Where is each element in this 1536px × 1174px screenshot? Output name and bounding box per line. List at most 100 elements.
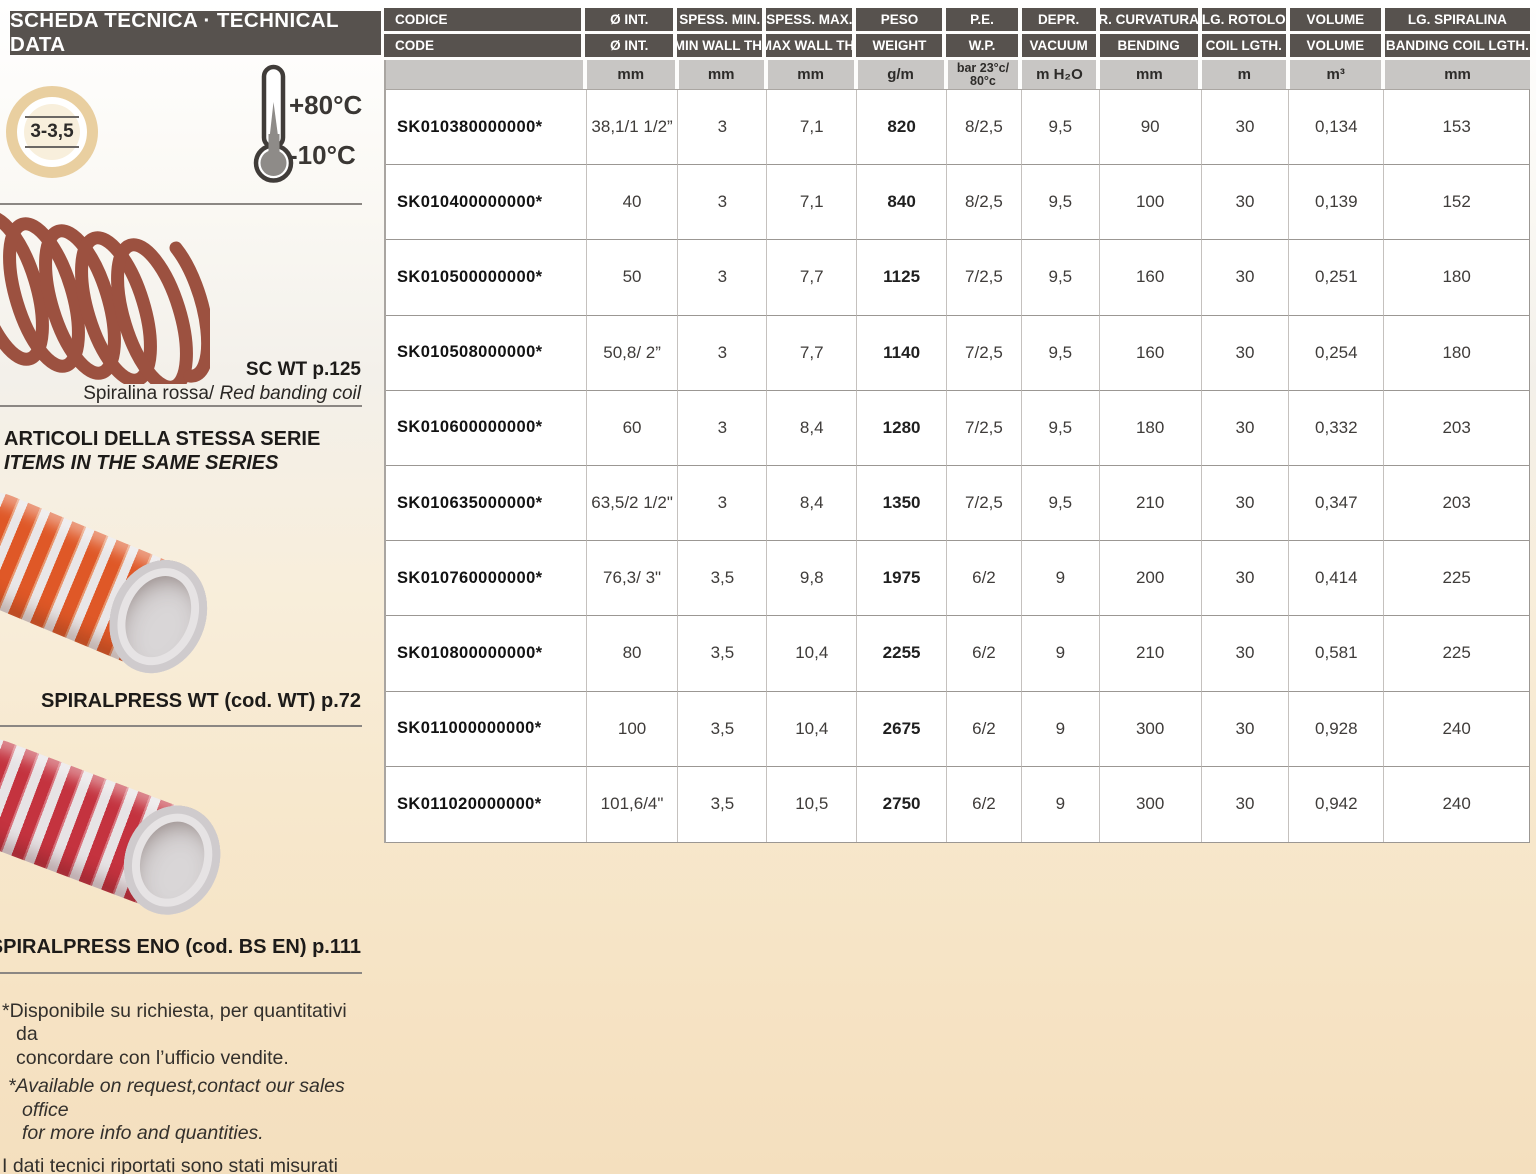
unit-cell: m³ — [1290, 60, 1385, 89]
table-cell: 9 — [1022, 616, 1100, 691]
table-cell: 30 — [1202, 391, 1290, 466]
table-cell: 9,5 — [1022, 391, 1100, 466]
table-cell: 63,5/2 1/2" — [587, 466, 679, 541]
wall-thickness-ring-icon: 3-3,5 — [6, 86, 98, 178]
table-cell: 7,1 — [767, 90, 857, 165]
cell-code: SK010508000000* — [386, 316, 587, 391]
cell-code: SK010400000000* — [386, 165, 587, 240]
coil-caption-it: Spiralina rossa/ — [83, 383, 214, 404]
table-header: CODICEØ INT.SPESS. MIN.SPESS. MAX.PESOP.… — [384, 8, 1530, 60]
cell-code: SK010800000000* — [386, 616, 587, 691]
table-cell: 0,134 — [1289, 90, 1384, 165]
header-cell-it: SPESS. MAX. — [766, 8, 856, 34]
cell-code: SK010760000000* — [386, 541, 587, 616]
cell-code: SK010500000000* — [386, 240, 587, 315]
table-cell: 100 — [1100, 165, 1202, 240]
header-cell-it: CODICE — [384, 8, 585, 34]
table-cell: 10,4 — [767, 692, 857, 767]
table-cell: 30 — [1202, 466, 1290, 541]
header-cell-en: MAX WALL TH. — [766, 34, 856, 60]
table-cell: 180 — [1100, 391, 1202, 466]
table-cell: 10,4 — [767, 616, 857, 691]
table-cell: 9,8 — [767, 541, 857, 616]
table-cell: 0,942 — [1289, 767, 1384, 842]
header-cell-it: DEPR. — [1022, 8, 1100, 34]
table-cell: 100 — [587, 692, 679, 767]
table-cell: 160 — [1100, 240, 1202, 315]
table-cell: 225 — [1384, 616, 1529, 691]
table-cell: 3 — [678, 466, 767, 541]
table-cell: 9,5 — [1022, 466, 1100, 541]
table-cell: 30 — [1202, 90, 1290, 165]
header-cell-it: PESO — [856, 8, 946, 34]
table-cell: 0,139 — [1289, 165, 1384, 240]
table-cell: 3 — [678, 391, 767, 466]
coil-caption-en: Red banding coil — [214, 383, 361, 404]
table-cell: 840 — [857, 165, 947, 240]
table-cell: 30 — [1202, 692, 1290, 767]
table-cell: 0,581 — [1289, 616, 1384, 691]
divider — [0, 405, 362, 407]
header-cell-it: R. CURVATURA — [1100, 8, 1202, 34]
table-cell: 30 — [1202, 767, 1290, 842]
table-cell: 101,6/4" — [587, 767, 679, 842]
unit-cell: mm — [679, 60, 768, 89]
table-cell: 30 — [1202, 541, 1290, 616]
table-units-row: mmmmmmg/mbar 23°c/ 80°cm H₂Ommmm³mm — [386, 60, 1530, 89]
table-cell: 820 — [857, 90, 947, 165]
unit-cell: g/m — [858, 60, 948, 89]
table-cell: 7/2,5 — [947, 466, 1022, 541]
unit-cell: bar 23°c/ 80°c — [948, 60, 1023, 89]
table-cell: 300 — [1100, 692, 1202, 767]
unit-cell: mm — [587, 60, 679, 89]
table-cell: 3 — [678, 240, 767, 315]
table-cell: 90 — [1100, 90, 1202, 165]
header-cell-it: P.E. — [946, 8, 1021, 34]
header-cell-en: BANDING COIL LGTH. — [1385, 34, 1530, 60]
hose-open-end — [109, 792, 236, 929]
unit-cell — [386, 60, 587, 89]
header-cell-it: LG. ROTOLO — [1202, 8, 1290, 34]
table-cell: 180 — [1384, 316, 1529, 391]
header-cell-en: VACUUM — [1022, 34, 1100, 60]
header-cell-it: LG. SPIRALINA — [1385, 8, 1530, 34]
hose2-caption: SPIRALPRESS ENO (cod. BS EN) p.111 — [0, 936, 361, 959]
table-cell: 40 — [587, 165, 679, 240]
series-title-it: ARTICOLI DELLA STESSA SERIE — [4, 428, 320, 451]
table-cell: 7/2,5 — [947, 391, 1022, 466]
hose-open-end — [93, 545, 224, 688]
sidebar: 3-3,5 +80°C -10°C SC WT p.125 Spiralina … — [0, 0, 383, 1174]
table-cell: 1350 — [857, 466, 947, 541]
header-cell-en: COIL LGTH. — [1202, 34, 1290, 60]
table-cell: 30 — [1202, 616, 1290, 691]
unit-cell: m — [1202, 60, 1290, 89]
header-cell-it: SPESS. MIN. — [677, 8, 766, 34]
cell-code: SK010380000000* — [386, 90, 587, 165]
table-cell: 9,5 — [1022, 165, 1100, 240]
header-cell-en: BENDING — [1100, 34, 1202, 60]
table-cell: 153 — [1384, 90, 1529, 165]
table-cell: 300 — [1100, 767, 1202, 842]
table-cell: 50 — [587, 240, 679, 315]
table-cell: 9,5 — [1022, 240, 1100, 315]
header-cell-en: MIN WALL TH. — [677, 34, 766, 60]
table-cell: 3,5 — [678, 616, 767, 691]
table-cell: 6/2 — [947, 616, 1022, 691]
table-cell: 30 — [1202, 165, 1290, 240]
coil-caption: Spiralina rossa/ Red banding coil — [83, 383, 361, 405]
table-cell: 210 — [1100, 616, 1202, 691]
table-cell: 9 — [1022, 767, 1100, 842]
table-cell: 0,414 — [1289, 541, 1384, 616]
table-cell: 7,7 — [767, 316, 857, 391]
table-cell: 240 — [1384, 767, 1529, 842]
table-cell: 0,928 — [1289, 692, 1384, 767]
table-lower: mmmmmmg/mbar 23°c/ 80°cm H₂Ommmm³mm SK01… — [384, 60, 1530, 843]
table-cell: 9,5 — [1022, 316, 1100, 391]
table-cell: 8,4 — [767, 391, 857, 466]
table-cell: 180 — [1384, 240, 1529, 315]
table-cell: 1975 — [857, 541, 947, 616]
table-body: SK010380000000*38,1/1 1/2”37,18208/2,59,… — [386, 89, 1530, 843]
table-cell: 6/2 — [947, 692, 1022, 767]
cell-code: SK010635000000* — [386, 466, 587, 541]
table-cell: 3,5 — [678, 692, 767, 767]
